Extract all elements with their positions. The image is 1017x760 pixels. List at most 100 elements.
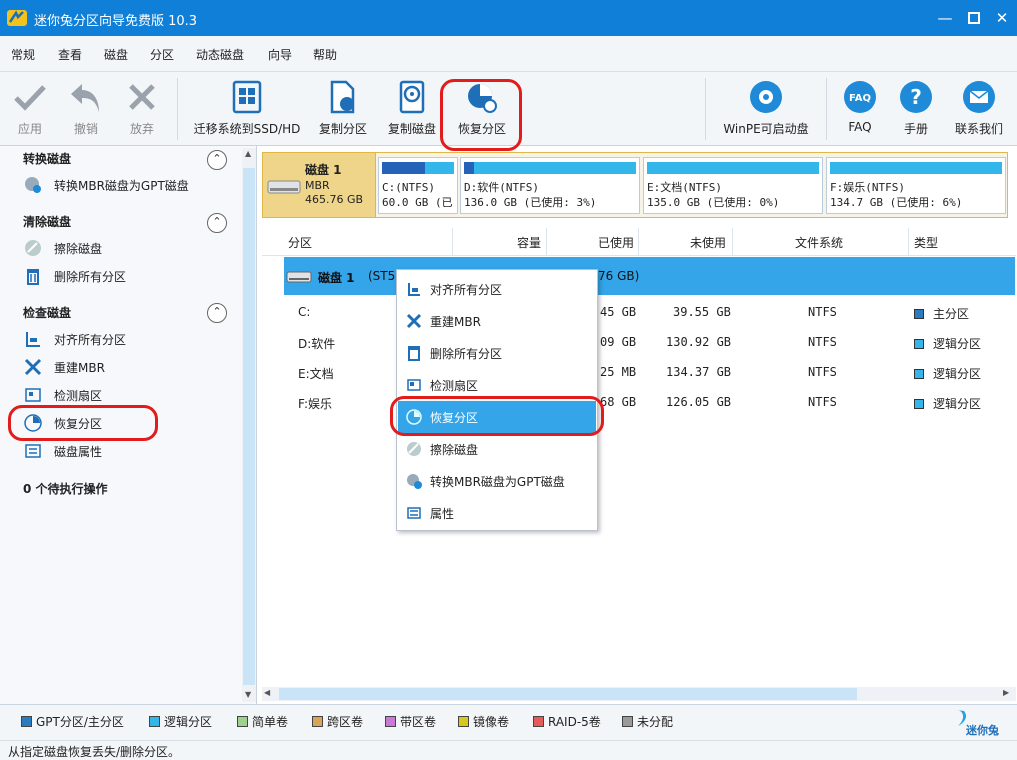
menu-disk[interactable]: 磁盘 (104, 46, 128, 63)
partition-card-c[interactable]: C:(NTFS) 60.0 GB (已 (378, 157, 458, 214)
minimize-button[interactable]: — (933, 6, 957, 30)
discard-label: 放弃 (129, 122, 154, 136)
sidebar-item-surface-test[interactable]: 检测扇区 (23, 384, 102, 406)
row-unused: 39.55 GB (673, 305, 731, 319)
migrate-os-label: 迁移系统到SSD/HD (193, 122, 301, 136)
disk-row-model: (ST5 (368, 269, 396, 283)
sidebar-item-label: 重建MBR (54, 360, 105, 375)
scroll-right-arrow-icon[interactable]: ▶ (1003, 688, 1009, 697)
menu-partition[interactable]: 分区 (150, 46, 174, 63)
scroll-down-arrow-icon[interactable]: ▼ (245, 690, 251, 699)
table-row-disk[interactable]: 磁盘 1 (ST5 76 GB) (284, 257, 1015, 295)
column-header-unused[interactable]: 未使用 (690, 234, 726, 251)
context-item-rebuild-mbr[interactable]: 重建MBR (398, 305, 596, 337)
column-header-capacity[interactable]: 容量 (517, 234, 541, 251)
usage-bar (647, 162, 819, 174)
pending-operations: 0 个待执行操作 (23, 482, 108, 496)
menu-general[interactable]: 常规 (11, 46, 35, 63)
context-item-label: 擦除磁盘 (430, 442, 479, 457)
column-header-filesystem[interactable]: 文件系统 (795, 234, 843, 251)
sidebar-item-rebuild-mbr[interactable]: 重建MBR (23, 356, 105, 378)
scroll-up-arrow-icon[interactable]: ▲ (245, 149, 251, 158)
section-title-check: 检查磁盘 (23, 306, 72, 320)
row-used: 68 GB (600, 395, 637, 409)
scroll-left-arrow-icon[interactable]: ◀ (264, 688, 270, 697)
copy-disk-button[interactable]: 复制磁盘 (384, 76, 440, 137)
winpe-button[interactable]: WinPE可启动盘 (720, 76, 812, 137)
legend-item: RAID-5卷 (533, 713, 601, 730)
column-header-partition[interactable]: 分区 (288, 234, 312, 251)
brand-name: 迷你兔 (966, 724, 999, 737)
copy-partition-icon (330, 80, 355, 114)
copy-partition-button[interactable]: 复制分区 (315, 76, 371, 137)
context-item-wipe-disk[interactable]: 擦除磁盘 (398, 433, 596, 465)
collapse-convert-button[interactable]: ⌃ (207, 150, 227, 170)
legend-label: 跨区卷 (327, 715, 364, 729)
apply-button[interactable]: 应用 (12, 76, 48, 137)
sidebar-item-label: 检测扇区 (54, 388, 103, 403)
sidebar-item-wipe-disk[interactable]: 擦除磁盘 (23, 237, 102, 259)
status-text: 从指定磁盘恢复丢失/删除分区。 (8, 745, 181, 759)
trash-icon (23, 267, 43, 285)
menu-view[interactable]: 查看 (58, 46, 82, 63)
type-color-swatch (914, 309, 924, 319)
disk-name: 磁盘 1 (305, 163, 342, 177)
row-filesystem: NTFS (808, 305, 837, 319)
svg-text:?: ? (910, 85, 922, 109)
table-row[interactable]: E:文档 25 MB 134.37 GB NTFS 逻辑分区 (262, 358, 1016, 388)
row-partition-name: C: (298, 305, 311, 319)
partition-card-d[interactable]: D:软件(NTFS) 136.0 GB (已使用: 3%) (460, 157, 640, 214)
collapse-clean-button[interactable]: ⌃ (207, 213, 227, 233)
row-filesystem: NTFS (808, 335, 837, 349)
legend-label: 镜像卷 (473, 715, 510, 729)
menu-help[interactable]: 帮助 (313, 46, 337, 63)
table-scroll-thumb[interactable] (279, 688, 857, 700)
sidebar-item-disk-properties[interactable]: 磁盘属性 (23, 440, 102, 462)
context-item-delete-all-partitions[interactable]: 删除所有分区 (398, 337, 596, 369)
sidebar-scroll-thumb[interactable] (243, 168, 255, 685)
convert-disk-icon (23, 176, 43, 194)
section-title-convert: 转换磁盘 (23, 152, 72, 166)
menu-dynamic-disk[interactable]: 动态磁盘 (196, 46, 244, 63)
wipe-disk-icon (404, 440, 424, 458)
legend-swatch (533, 716, 544, 727)
column-header-type[interactable]: 类型 (914, 234, 938, 251)
close-button[interactable]: ✕ (990, 6, 1014, 30)
winpe-label: WinPE可启动盘 (723, 122, 809, 136)
partition-card-f[interactable]: F:娱乐(NTFS) 134.7 GB (已使用: 6%) (826, 157, 1006, 214)
disk-card[interactable]: 磁盘 1 MBR 465.76 GB (262, 152, 376, 218)
surface-test-icon (23, 386, 43, 404)
faq-button[interactable]: FAQ FAQ (842, 76, 878, 134)
sidebar-item-delete-all-partitions[interactable]: 删除所有分区 (23, 265, 126, 287)
convert-disk-icon (404, 472, 424, 490)
table-row[interactable]: D:软件 09 GB 130.92 GB NTFS 逻辑分区 (262, 328, 1016, 358)
table-row[interactable]: C: 45 GB 39.55 GB NTFS 主分区 (262, 298, 1016, 328)
context-item-properties[interactable]: 属性 (398, 497, 596, 529)
context-item-align-partitions[interactable]: 对齐所有分区 (398, 273, 596, 305)
migrate-os-button[interactable]: 迁移系统到SSD/HD (192, 76, 302, 137)
contact-button[interactable]: 联系我们 (950, 76, 1008, 137)
manual-button[interactable]: ? 手册 (898, 76, 934, 137)
collapse-check-button[interactable]: ⌃ (207, 303, 227, 323)
row-used: 25 MB (600, 365, 637, 379)
app-logo-icon (7, 10, 27, 26)
sidebar-item-label: 转换MBR磁盘为GPT磁盘 (54, 178, 189, 193)
undo-button[interactable]: 撤销 (66, 76, 106, 137)
menu-wizard[interactable]: 向导 (268, 46, 292, 63)
sidebar-item-align-partitions[interactable]: 对齐所有分区 (23, 328, 126, 350)
column-header-used[interactable]: 已使用 (598, 234, 634, 251)
discard-button[interactable]: 放弃 (124, 76, 160, 137)
maximize-button[interactable] (962, 6, 986, 30)
usage-bar-used (382, 162, 426, 174)
partition-card-e[interactable]: E:文档(NTFS) 135.0 GB (已使用: 0%) (643, 157, 823, 214)
sidebar-item-convert-mbr-gpt[interactable]: 转换MBR磁盘为GPT磁盘 (23, 174, 189, 196)
table-row[interactable]: F:娱乐 68 GB 126.05 GB NTFS 逻辑分区 (262, 388, 1016, 418)
context-item-convert-mbr-gpt[interactable]: 转换MBR磁盘为GPT磁盘 (398, 465, 596, 497)
manual-label: 手册 (903, 122, 928, 136)
legend-bar: GPT分区/主分区 逻辑分区 简单卷 跨区卷 带区卷 镜像卷 RAID-5卷 未… (0, 704, 1017, 740)
toolbar-separator (177, 78, 178, 140)
toolbar-separator (826, 78, 827, 140)
table-header: 分区 容量 已使用 未使用 文件系统 类型 (262, 228, 1016, 256)
row-type: 逻辑分区 (933, 367, 982, 381)
row-filesystem: NTFS (808, 395, 837, 409)
